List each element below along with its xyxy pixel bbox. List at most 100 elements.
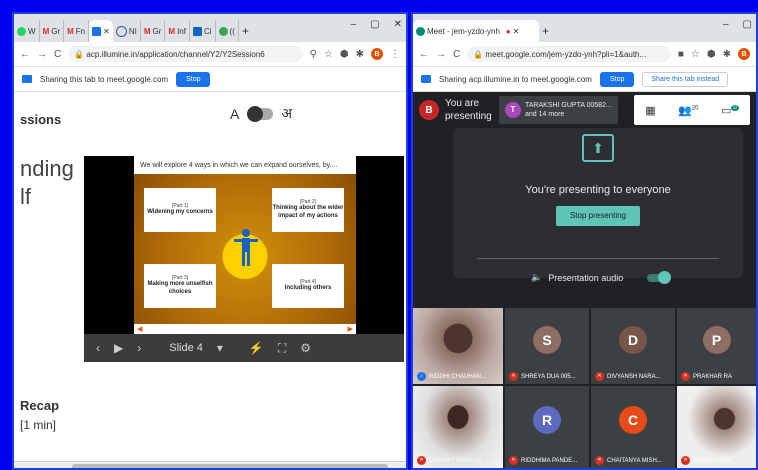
language-switch[interactable]	[247, 105, 274, 122]
slide-controls: ‹ ▶ › Slide 4 ▾ ⚡ ⛶ ⚙	[84, 334, 404, 362]
profile-avatar[interactable]: B	[371, 48, 383, 60]
puzzle-icon[interactable]: ✱	[723, 49, 731, 60]
laser-pointer-icon[interactable]: ⚡	[249, 341, 264, 355]
close-window-icon[interactable]: ✕	[394, 19, 402, 30]
stop-presenting-button[interactable]: Stop presenting	[556, 206, 640, 226]
mic-off-icon: ✕	[509, 372, 518, 381]
close-icon[interactable]: ✕	[513, 27, 520, 36]
right-browser-window: Meet - jem-yzdo-ynh ● ✕ + – ▢ ← → C 🔒 me…	[411, 12, 758, 470]
heading-line-1: nding	[20, 156, 74, 181]
tab-gmail-3[interactable]: M Gr	[141, 20, 166, 42]
tab-w[interactable]: W	[14, 20, 40, 42]
play-icon[interactable]: ▶	[114, 341, 123, 355]
participant-tile[interactable]: R ✕ RIDDHIMA PANDE...	[505, 386, 589, 468]
extension-icon[interactable]: ⬢	[707, 49, 716, 60]
next-slide-arrow-icon[interactable]: ▶	[348, 325, 353, 333]
participant-tile[interactable]: C ✕ CHAITANYA MISH...	[591, 386, 675, 468]
recording-dot-icon: ●	[505, 26, 511, 36]
tab-gmail-4[interactable]: M Inf	[165, 20, 190, 42]
menu-icon[interactable]: ⋮	[390, 49, 400, 60]
presentation-audio: 🔈 Presentation audio	[531, 270, 672, 284]
maximize-icon[interactable]: ▢	[370, 19, 379, 30]
stop-sharing-button[interactable]: Stop	[176, 71, 211, 87]
star-icon[interactable]: ☆	[324, 49, 333, 60]
tab-strip: Meet - jem-yzdo-ynh ● ✕ + – ▢	[413, 14, 756, 42]
new-tab-button[interactable]: +	[239, 20, 252, 42]
participant-tile[interactable]: P ✕ PRAKHAR RA	[677, 308, 756, 384]
gmail-icon: M	[143, 26, 151, 36]
tab-gmail-2[interactable]: M Fn	[64, 20, 90, 42]
participant-avatar: S	[533, 325, 561, 354]
profile-avatar[interactable]: B	[738, 48, 750, 60]
participant-avatar: C	[619, 406, 647, 435]
person-figure-icon	[234, 229, 258, 266]
window-controls: – ▢	[723, 19, 752, 30]
whatsapp-icon	[17, 26, 26, 36]
fullscreen-icon[interactable]: ⛶	[278, 341, 286, 356]
people-icon[interactable]: 👥20	[678, 104, 698, 117]
participant-tile[interactable]: D ✕ DIVYANSH NARA...	[591, 308, 675, 384]
circle-icon	[115, 25, 127, 37]
horizontal-scrollbar[interactable]	[14, 461, 406, 468]
slide-number[interactable]: Slide 4	[169, 342, 203, 354]
maximize-icon[interactable]: ▢	[743, 19, 752, 30]
participant-tile[interactable]: ✕ SHRISTI SHA	[677, 386, 756, 468]
gmail-icon: M	[67, 26, 74, 36]
lock-icon: 🔒	[473, 49, 486, 59]
meet-top-bar: B You are presenting T TARAKSHI GUPTA 00…	[413, 92, 756, 128]
url-field[interactable]: 🔒 acp.illumine.in/application/channel/Y2…	[68, 46, 303, 62]
camera-icon[interactable]: ■	[678, 49, 684, 60]
participant-tile[interactable]: S ✕ SHREYA DUA 005...	[505, 308, 589, 384]
window-controls: – ▢ ✕	[351, 19, 402, 30]
extension-icon[interactable]: ⬢	[340, 49, 349, 60]
grid-layout-icon[interactable]: ▦	[645, 104, 655, 117]
stop-sharing-button[interactable]: Stop	[599, 71, 635, 87]
tab-gmail-1[interactable]: M Gr	[40, 20, 65, 42]
slide-card-3: [Part 3] Making more unselfish choices	[144, 264, 216, 308]
pinned-participant[interactable]: T TARAKSHI GUPTA 00582... and 14 more	[499, 96, 618, 124]
tab-meet[interactable]: Meet - jem-yzdo-ynh ● ✕	[413, 20, 539, 42]
tab-active-session[interactable]: ✕	[89, 20, 113, 42]
participant-avatar: D	[619, 325, 647, 354]
reload-icon[interactable]: C	[54, 49, 61, 60]
prev-icon[interactable]: ‹	[96, 341, 100, 355]
url-field[interactable]: 🔒 meet.google.com/jem-yzdo-ynh?pli=1&aut…	[467, 46, 671, 62]
tab-last[interactable]: ((	[216, 20, 239, 42]
back-icon[interactable]: ←	[20, 49, 30, 60]
scrollbar-thumb[interactable]	[72, 464, 388, 468]
tab-ci[interactable]: Ci	[190, 20, 216, 42]
lock-icon: 🔒	[74, 49, 87, 59]
reload-icon[interactable]: C	[453, 49, 460, 60]
gear-icon[interactable]: ⚙	[300, 341, 311, 355]
prev-slide-arrow-icon[interactable]: ◀	[137, 325, 142, 333]
address-bar: ← → C 🔒 acp.illumine.in/application/chan…	[14, 42, 406, 67]
chevron-down-icon[interactable]: ▾	[217, 341, 223, 355]
presentation-audio-toggle[interactable]	[647, 270, 672, 284]
meet-icon	[416, 26, 425, 36]
new-tab-button[interactable]: +	[539, 20, 552, 42]
close-icon[interactable]: ✕	[103, 27, 110, 36]
minimize-icon[interactable]: –	[351, 19, 357, 30]
present-arrow-icon: ⬆	[582, 134, 614, 162]
star-icon[interactable]: ☆	[691, 49, 700, 60]
sharing-text: Sharing this tab to meet.google.com	[40, 74, 169, 84]
next-icon[interactable]: ›	[137, 341, 141, 355]
tab-ni[interactable]: NI	[113, 20, 141, 42]
slide-header: We will explore 4 ways in which we can e…	[134, 156, 356, 174]
minimize-icon[interactable]: –	[723, 19, 729, 30]
sharing-text: Sharing acp.illumine.in to meet.google.c…	[439, 74, 592, 84]
back-icon[interactable]: ←	[419, 49, 429, 60]
participant-tile[interactable]: ♪ RIDDHI CHAUHAN...	[413, 308, 503, 384]
forward-icon[interactable]: →	[436, 49, 446, 60]
meet-controls: ▦ 👥20 ▭ 0	[634, 95, 750, 125]
puzzle-icon[interactable]: ✱	[356, 49, 364, 60]
share-this-tab-button[interactable]: Share this tab instead	[642, 71, 729, 87]
chat-icon[interactable]: ▭ 0	[721, 104, 739, 117]
zoom-icon[interactable]: ⚲	[310, 49, 317, 60]
slide-body: [Part 1] Widening my concerns [Part 2] T…	[134, 174, 356, 324]
participant-avatar: P	[702, 325, 731, 354]
forward-icon[interactable]: →	[37, 49, 47, 60]
sharing-bar: Sharing acp.illumine.in to meet.google.c…	[413, 67, 756, 92]
participant-tile[interactable]: ✕ CHERRY 00557-12	[413, 386, 503, 468]
slide: We will explore 4 ways in which we can e…	[134, 156, 356, 334]
